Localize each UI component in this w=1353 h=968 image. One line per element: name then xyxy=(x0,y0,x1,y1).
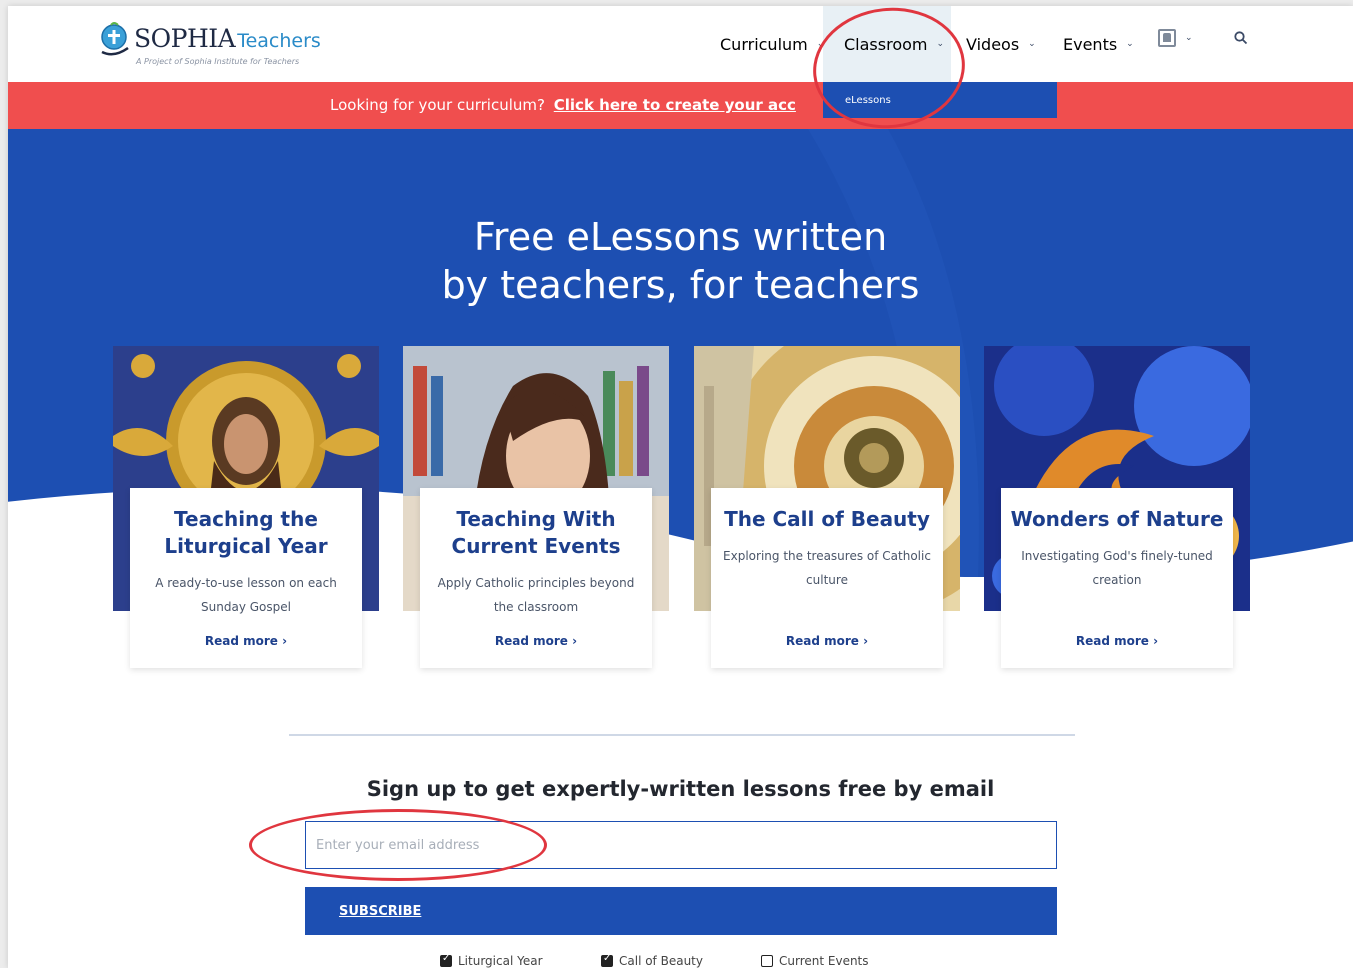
site-logo[interactable]: SOPHIA Teachers A Project of Sophia Insti… xyxy=(96,20,356,70)
card-description: A ready-to-use lesson on each Sunday Gos… xyxy=(155,576,337,614)
card-title: The Call of Beauty xyxy=(724,507,930,531)
checkbox-label: Liturgical Year xyxy=(458,954,543,968)
hero-title-line1: Free eLessons written xyxy=(473,215,888,259)
curriculum-banner: Looking for your curriculum? Click here … xyxy=(8,82,1353,129)
card-current-events[interactable]: Teaching With Current Events Apply Catho… xyxy=(420,488,652,668)
logo-wordmark: SOPHIA Teachers xyxy=(134,24,321,53)
chevron-right-icon: › xyxy=(1153,634,1159,648)
hero-title-line2: by teachers, for teachers xyxy=(441,263,920,307)
card-wonders-of-nature[interactable]: Wonders of Nature Investigating God's fi… xyxy=(1001,488,1233,668)
chevron-down-icon: ⌄ xyxy=(1028,39,1036,49)
nav-classroom[interactable]: Classroom ⌄ xyxy=(823,6,951,82)
card-liturgical-year[interactable]: Teaching the Liturgical Year A ready-to-… xyxy=(130,488,362,668)
chevron-down-icon: ⌄ xyxy=(1126,39,1134,49)
chevron-down-icon: ⌄ xyxy=(1185,33,1193,43)
chevron-right-icon: › xyxy=(572,634,578,648)
subscribe-button[interactable]: SUBSCRIBE xyxy=(305,887,1057,935)
logo-globe-icon xyxy=(101,22,129,56)
checkbox-liturgical-year[interactable]: Liturgical Year xyxy=(440,953,543,968)
checkbox-label: Call of Beauty xyxy=(619,954,703,968)
email-field[interactable] xyxy=(305,821,1057,869)
read-more-link[interactable]: Read more › xyxy=(711,634,943,648)
nav-events-label: Events xyxy=(1063,34,1118,54)
profile-icon xyxy=(1158,29,1176,47)
chevron-right-icon: › xyxy=(863,634,869,648)
banner-link[interactable]: Click here to create your acc xyxy=(554,96,796,114)
section-divider xyxy=(289,734,1075,736)
card-title: Wonders of Nature xyxy=(1010,507,1224,531)
card-description: Apply Catholic principles beyond the cla… xyxy=(437,576,635,614)
logo-tagline: A Project of Sophia Institute for Teache… xyxy=(136,57,300,66)
banner-text: Looking for your curriculum? xyxy=(330,96,545,114)
chevron-right-icon: › xyxy=(282,634,288,648)
browser-page: SOPHIA Teachers A Project of Sophia Insti… xyxy=(8,6,1353,968)
card-title: Teaching With Current Events xyxy=(451,507,621,558)
card-title: Teaching the Liturgical Year xyxy=(164,507,328,558)
hero-title: Free eLessons written by teachers, for t… xyxy=(8,213,1353,309)
nav-profile[interactable]: ⌄ xyxy=(1158,6,1193,76)
checkbox-icon xyxy=(440,953,452,967)
checkbox-call-of-beauty[interactable]: Call of Beauty xyxy=(601,953,703,968)
nav-videos[interactable]: Videos ⌄ xyxy=(966,6,1036,82)
checkbox-icon xyxy=(601,953,613,967)
banner-text-wrap: Looking for your curriculum? Click here … xyxy=(330,96,796,114)
card-description: Investigating God's finely-tuned creatio… xyxy=(1021,549,1213,587)
nav-events[interactable]: Events ⌄ xyxy=(1063,6,1134,82)
nav-curriculum-label: Curriculum xyxy=(720,34,808,54)
logo-title: SOPHIA xyxy=(134,24,236,53)
dropdown-item-elessons[interactable]: eLessons xyxy=(845,95,891,106)
nav-curriculum[interactable]: Curriculum ⌄ xyxy=(720,6,824,82)
nav-videos-label: Videos xyxy=(966,34,1020,54)
read-more-link[interactable]: Read more › xyxy=(130,634,362,648)
checkbox-icon xyxy=(761,955,773,967)
nav-classroom-label: Classroom xyxy=(844,34,928,54)
site-header: SOPHIA Teachers A Project of Sophia Insti… xyxy=(8,6,1353,82)
classroom-dropdown: eLessons xyxy=(823,82,1057,118)
read-more-link[interactable]: Read more › xyxy=(420,634,652,648)
checkbox-current-events[interactable]: Current Events xyxy=(761,954,869,968)
read-more-link[interactable]: Read more › xyxy=(1001,634,1233,648)
checkbox-label: Current Events xyxy=(779,954,869,968)
search-icon xyxy=(1234,31,1248,45)
logo-subtitle: Teachers xyxy=(237,30,321,52)
card-call-of-beauty[interactable]: The Call of Beauty Exploring the treasur… xyxy=(711,488,943,668)
card-description: Exploring the treasures of Catholic cult… xyxy=(723,549,931,587)
signup-heading: Sign up to get expertly-written lessons … xyxy=(366,777,995,801)
search-button[interactable] xyxy=(1234,6,1248,76)
chevron-down-icon: ⌄ xyxy=(936,39,945,49)
